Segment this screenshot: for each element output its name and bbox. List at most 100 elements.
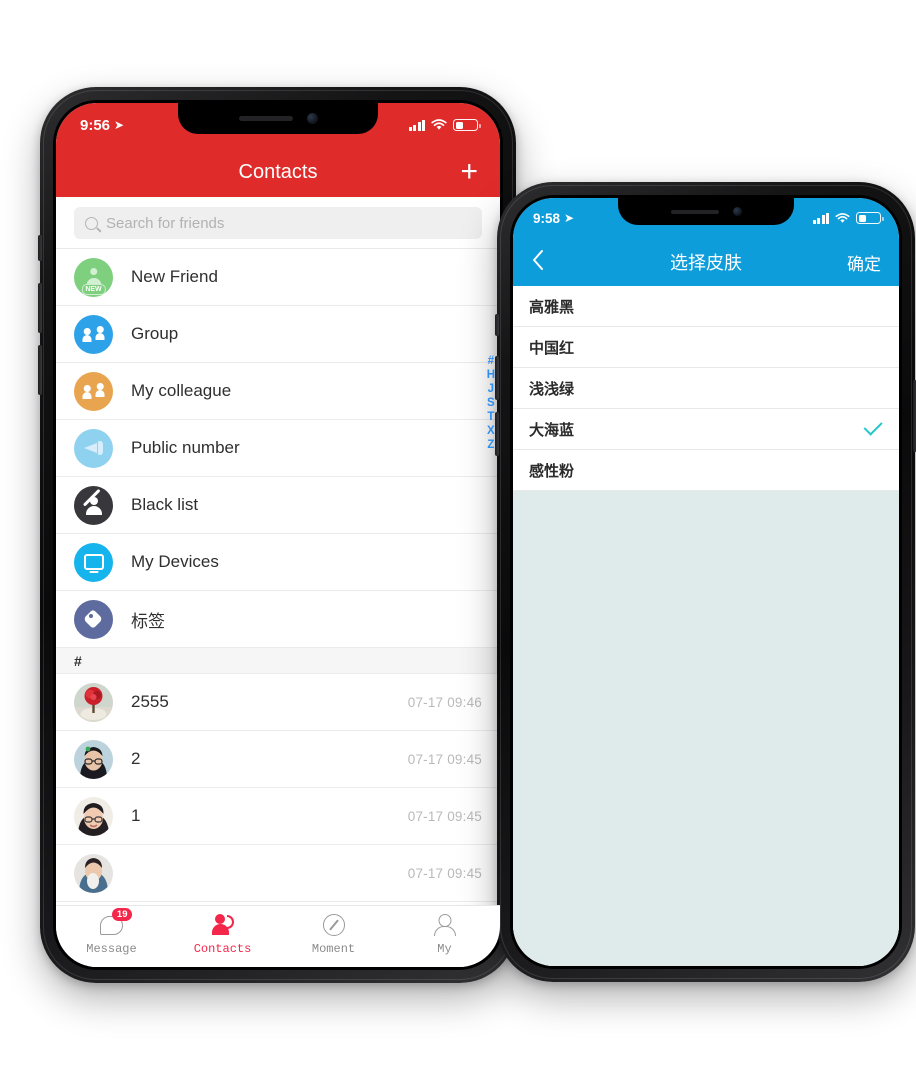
list-item-label: Black list xyxy=(131,495,199,514)
avatar xyxy=(74,682,113,722)
wifi-icon xyxy=(835,212,850,223)
phone2-bezel: 9:58 ➤ 选择皮肤 确定 高雅黑 中国红 浅浅绿 大海蓝 感性粉 xyxy=(510,195,902,969)
list-item-label: Group xyxy=(131,324,179,343)
list-item-new-friend[interactable]: NEW New Friend xyxy=(56,249,500,306)
list-item-black-list[interactable]: Black list xyxy=(56,477,500,534)
skin-name: 大海蓝 xyxy=(529,421,575,439)
page-title: Contacts xyxy=(238,160,318,183)
signal-bars-icon xyxy=(812,212,829,224)
contacts-list[interactable]: NEW New Friend Group My colleague Public… xyxy=(56,249,500,905)
table-row[interactable]: 2 07-17 09:45 xyxy=(56,731,500,788)
mute-switch[interactable] xyxy=(38,235,42,261)
tab-my[interactable]: My xyxy=(389,912,500,956)
tab-contacts[interactable]: Contacts xyxy=(167,912,278,956)
message-badge: 19 xyxy=(112,908,132,921)
list-item-colleague[interactable]: My colleague xyxy=(56,363,500,420)
skin-option-row-selected[interactable]: 大海蓝 xyxy=(513,409,899,450)
phone1-bezel: 9:56 ➤ Contacts + Search for friends NEW… xyxy=(53,100,503,970)
skin-name: 浅浅绿 xyxy=(529,380,575,398)
search-icon xyxy=(85,216,98,230)
status-indicators xyxy=(408,119,481,131)
volume-down-button[interactable] xyxy=(495,412,499,456)
volume-up-button[interactable] xyxy=(495,356,499,400)
table-row[interactable]: 2555 07-17 09:46 xyxy=(56,674,500,731)
skin-option-row[interactable]: 浅浅绿 xyxy=(513,368,899,409)
list-item-group[interactable]: Group xyxy=(56,306,500,363)
index-letter[interactable]: # xyxy=(488,355,494,367)
contact-name: 2 xyxy=(131,749,141,768)
list-item-label: Public number xyxy=(131,438,240,457)
index-letter[interactable]: J xyxy=(488,383,494,395)
group-icon xyxy=(74,314,113,354)
list-item-tag[interactable]: 标签 xyxy=(56,591,500,648)
skin-option-row[interactable]: 感性粉 xyxy=(513,450,899,491)
search-placeholder: Search for friends xyxy=(106,214,225,232)
signal-bars-icon xyxy=(408,119,425,131)
skin-picker-body: 高雅黑 中国红 浅浅绿 大海蓝 感性粉 xyxy=(513,286,899,966)
section-header: # xyxy=(56,648,500,674)
megaphone-icon xyxy=(74,428,113,468)
list-item-public-number[interactable]: Public number xyxy=(56,420,500,477)
list-item-label: My colleague xyxy=(131,381,232,400)
notch xyxy=(178,103,378,134)
wifi-icon xyxy=(431,119,447,130)
index-letter[interactable]: Z xyxy=(487,439,494,451)
compass-icon xyxy=(322,912,345,938)
index-letter[interactable]: X xyxy=(487,425,495,437)
volume-down-button[interactable] xyxy=(38,345,42,395)
contact-time: 07-17 09:46 xyxy=(407,694,482,710)
avatar xyxy=(74,796,113,836)
status-time-group: 9:58 ➤ xyxy=(533,211,574,226)
notch xyxy=(618,198,794,225)
contact-name: 1 xyxy=(131,806,141,825)
status-time: 9:58 xyxy=(533,210,561,226)
skin-option-row[interactable]: 中国红 xyxy=(513,327,899,368)
index-letter[interactable]: S xyxy=(487,397,495,409)
alphabet-index[interactable]: # H J S T X Z xyxy=(487,355,495,451)
contact-time: 07-17 09:45 xyxy=(407,751,482,767)
earpiece-speaker xyxy=(238,116,293,121)
list-item-label: New Friend xyxy=(131,267,218,286)
chat-bubble-icon: 19 xyxy=(100,908,132,938)
user-outline-icon xyxy=(434,912,456,938)
phone1-screen: 9:56 ➤ Contacts + Search for friends NEW… xyxy=(56,103,500,967)
new-friend-icon: NEW xyxy=(74,257,113,297)
tab-label: Message xyxy=(86,942,137,956)
tab-label: Contacts xyxy=(193,942,252,956)
search-area: Search for friends xyxy=(56,197,500,249)
monitor-icon xyxy=(74,542,113,582)
index-letter[interactable]: T xyxy=(487,411,494,423)
avatar xyxy=(74,853,113,893)
location-arrow-icon: ➤ xyxy=(564,211,575,225)
add-contact-button[interactable]: + xyxy=(460,157,478,187)
phone-device-contacts: 9:56 ➤ Contacts + Search for friends NEW… xyxy=(38,87,518,983)
skin-preview-area xyxy=(513,491,899,966)
index-letter[interactable]: H xyxy=(487,369,495,381)
confirm-button[interactable]: 确定 xyxy=(847,250,881,275)
skin-name: 中国红 xyxy=(529,339,575,357)
earpiece-speaker xyxy=(670,209,719,214)
chevron-left-icon xyxy=(533,249,543,270)
nav-bar: Contacts + xyxy=(56,147,500,197)
table-row[interactable]: 1 07-17 09:45 xyxy=(56,788,500,845)
phone-device-skin-picker: 9:58 ➤ 选择皮肤 确定 高雅黑 中国红 浅浅绿 大海蓝 感性粉 xyxy=(495,182,916,982)
search-input[interactable]: Search for friends xyxy=(74,207,482,239)
tab-message[interactable]: 19 Message xyxy=(56,908,167,956)
skin-option-row[interactable]: 高雅黑 xyxy=(513,286,899,327)
avatar xyxy=(74,739,113,779)
bottom-tab-bar: 19 Message Contacts Moment My xyxy=(56,905,500,967)
location-arrow-icon: ➤ xyxy=(114,118,125,132)
volume-up-button[interactable] xyxy=(38,283,42,333)
tab-moment[interactable]: Moment xyxy=(278,912,389,956)
page-title: 选择皮肤 xyxy=(670,253,742,273)
list-item-my-devices[interactable]: My Devices xyxy=(56,534,500,591)
mute-switch[interactable] xyxy=(495,314,499,336)
list-item-label: My Devices xyxy=(131,552,219,571)
skin-name: 感性粉 xyxy=(529,462,575,480)
status-time: 9:56 xyxy=(80,116,111,134)
status-time-group: 9:56 ➤ xyxy=(80,117,124,134)
front-camera-icon xyxy=(306,113,318,124)
back-button[interactable] xyxy=(531,249,544,276)
tab-label: Moment xyxy=(311,942,356,956)
table-row[interactable]: 07-17 09:45 xyxy=(56,845,500,902)
